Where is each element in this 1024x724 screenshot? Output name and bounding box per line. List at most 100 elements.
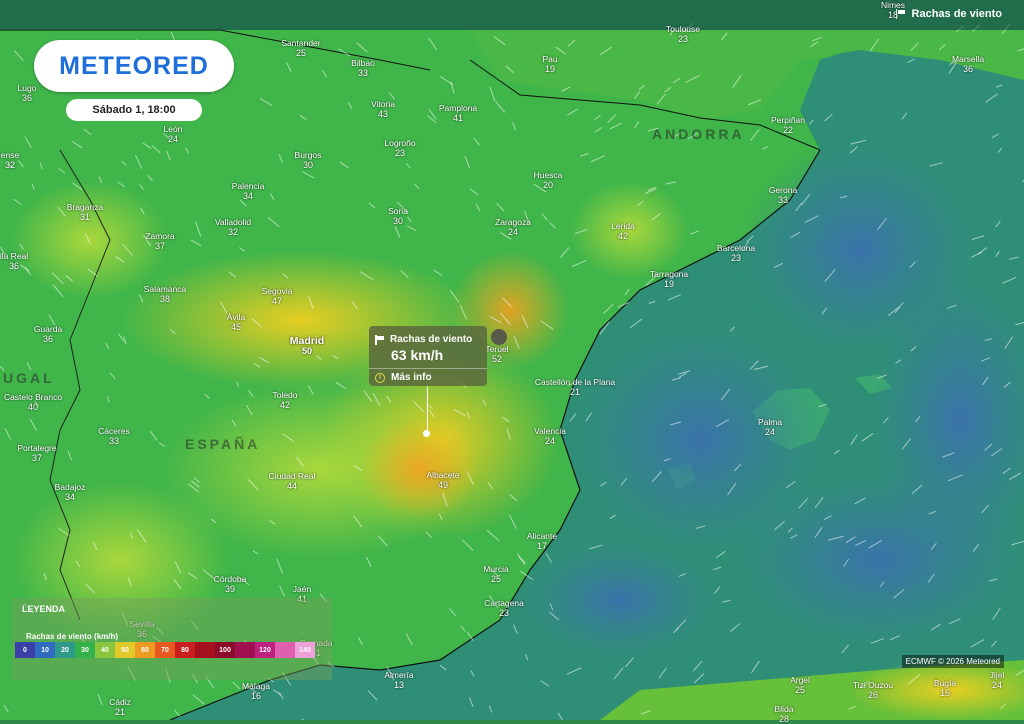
city-label[interactable]: Lérida 42 <box>611 221 635 241</box>
layer-selector[interactable]: Rachas de viento <box>895 8 1002 20</box>
city-wind-value: 24 <box>991 680 1002 690</box>
city-label[interactable]: Soria 30 <box>388 206 408 226</box>
credit-text: ECMWF © 2026 Meteored <box>901 655 1004 668</box>
city-label[interactable]: Tizi Ouzou 26 <box>853 680 893 700</box>
city-label[interactable]: Lugo 36 <box>18 83 37 103</box>
city-label[interactable]: ila Real 36 <box>0 251 28 271</box>
city-label[interactable]: Almería 13 <box>384 670 413 690</box>
city-label[interactable]: Segovia 47 <box>262 286 293 306</box>
city-name: Tizi Ouzou <box>852 680 894 690</box>
city-label[interactable]: Logroño 23 <box>384 138 415 158</box>
city-label[interactable]: Alicante 17 <box>527 531 557 551</box>
city-name: Málaga <box>242 681 270 691</box>
city-label[interactable]: Tarragona 19 <box>650 269 688 289</box>
city-wind-value: 25 <box>794 685 805 695</box>
city-label[interactable]: Burgos 30 <box>295 150 322 170</box>
city-label[interactable]: Toulouse 23 <box>666 24 700 44</box>
city-label[interactable]: Cartagena 23 <box>484 598 524 618</box>
city-name: Soria <box>388 206 408 216</box>
city-name: Tarragona <box>649 269 689 279</box>
city-name: Lérida <box>611 221 635 231</box>
legend-stop: 10 <box>35 642 55 658</box>
city-name: Marsella <box>951 54 985 64</box>
city-label[interactable]: Zaragoza 24 <box>495 217 531 237</box>
city-label[interactable]: Vitoria 43 <box>371 99 395 119</box>
city-label[interactable]: León 24 <box>164 124 183 144</box>
more-info-link[interactable]: i Más info <box>375 372 432 383</box>
city-label[interactable]: Guarda 36 <box>34 324 62 344</box>
city-label[interactable]: Cádiz 21 <box>109 697 131 717</box>
city-wind-value: 32 <box>227 227 239 237</box>
city-label[interactable]: Blida 28 <box>775 704 794 724</box>
city-name: Jaén <box>292 584 312 594</box>
city-name: Zaragoza <box>495 217 531 227</box>
legend-stop: 0 <box>15 642 35 658</box>
city-wind-value: 31 <box>79 212 91 222</box>
city-wind-value: 39 <box>224 584 236 594</box>
city-label[interactable]: Salamanca 38 <box>144 284 187 304</box>
city-label[interactable]: Badajoz 34 <box>55 482 86 502</box>
city-label[interactable]: Castellón de la Plana 21 <box>535 377 615 397</box>
city-label[interactable]: Gerona 33 <box>769 185 797 205</box>
city-label[interactable]: Ciudad Real 44 <box>269 471 316 491</box>
city-label[interactable]: Cáceres 33 <box>98 426 130 446</box>
city-wind-value: 47 <box>271 296 282 306</box>
city-label[interactable]: Palencia 34 <box>232 181 265 201</box>
wind-popup: Rachas de viento 63 km/h i Más info <box>369 326 487 386</box>
city-name: Castellón de la Plana <box>534 377 616 387</box>
city-wind-value: 42 <box>617 231 629 241</box>
city-wind-value: 19 <box>544 64 555 74</box>
city-label[interactable]: Murcia 25 <box>483 564 509 584</box>
city-label[interactable]: Nimes 18 <box>881 0 905 20</box>
popup-close-button[interactable] <box>491 329 507 345</box>
city-label[interactable]: Jijel 24 <box>990 670 1005 690</box>
city-name: Pau <box>542 54 558 64</box>
city-label[interactable]: Bilbao 33 <box>351 58 375 78</box>
city-label[interactable]: Braganza 31 <box>67 202 103 222</box>
city-label[interactable]: Madrid 50 <box>290 336 324 356</box>
city-wind-value: 34 <box>242 191 254 201</box>
city-label[interactable]: Zamora 37 <box>145 231 174 251</box>
city-label[interactable]: Toledo 42 <box>272 390 297 410</box>
city-wind-value: 24 <box>764 427 775 437</box>
city-label[interactable]: Málaga 16 <box>242 681 270 701</box>
city-label[interactable]: Pamplona 41 <box>439 103 477 123</box>
city-name: Palencia <box>231 181 265 191</box>
city-wind-value: 33 <box>108 436 119 446</box>
city-wind-value: 37 <box>31 453 42 463</box>
city-label[interactable]: Ávila 45 <box>227 312 245 332</box>
city-name: Burgos <box>294 150 322 160</box>
city-label[interactable]: Bugía 15 <box>934 678 956 698</box>
city-label[interactable]: Valladolid 32 <box>215 217 251 237</box>
city-label[interactable]: ense 32 <box>1 150 19 170</box>
city-wind-value: 30 <box>302 160 313 170</box>
city-label[interactable]: Marsella 36 <box>952 54 984 74</box>
city-label[interactable]: Valencia 24 <box>534 426 566 446</box>
city-name: Palma <box>757 417 783 427</box>
meteored-logo[interactable]: METEORED <box>34 40 234 92</box>
country-label: UGAL <box>3 370 55 386</box>
city-label[interactable]: Albacete 49 <box>426 470 459 490</box>
city-name: Jijel <box>989 670 1005 680</box>
city-name: Lugo <box>17 83 37 93</box>
city-wind-value: 18 <box>887 10 898 20</box>
city-label[interactable]: Teruel 52 <box>485 344 508 364</box>
city-name: Argel <box>790 675 810 685</box>
forecast-datetime[interactable]: Sábado 1, 18:00 <box>66 99 202 121</box>
city-wind-value: 30 <box>392 216 403 226</box>
city-label[interactable]: Santander 25 <box>281 38 320 58</box>
legend-scale: 0 10 20 30 40 50 60 70 80 100 120 140 <box>15 642 315 658</box>
city-label[interactable]: Pau 19 <box>542 54 557 74</box>
city-wind-value: 13 <box>393 680 405 690</box>
city-label[interactable]: Argel 25 <box>790 675 810 695</box>
city-label[interactable]: Córdoba 39 <box>214 574 247 594</box>
city-label[interactable]: Perpiñan 22 <box>771 115 805 135</box>
city-wind-value: 23 <box>498 608 510 618</box>
city-label[interactable]: Barcelona 23 <box>717 243 755 263</box>
city-label[interactable]: Huesca 20 <box>534 170 563 190</box>
city-name: Valladolid <box>214 217 252 227</box>
city-label[interactable]: Palma 24 <box>758 417 782 437</box>
city-wind-value: 34 <box>64 492 75 502</box>
city-label[interactable]: Portalegre 37 <box>17 443 56 463</box>
city-label[interactable]: Castelo Branco 40 <box>4 392 62 412</box>
